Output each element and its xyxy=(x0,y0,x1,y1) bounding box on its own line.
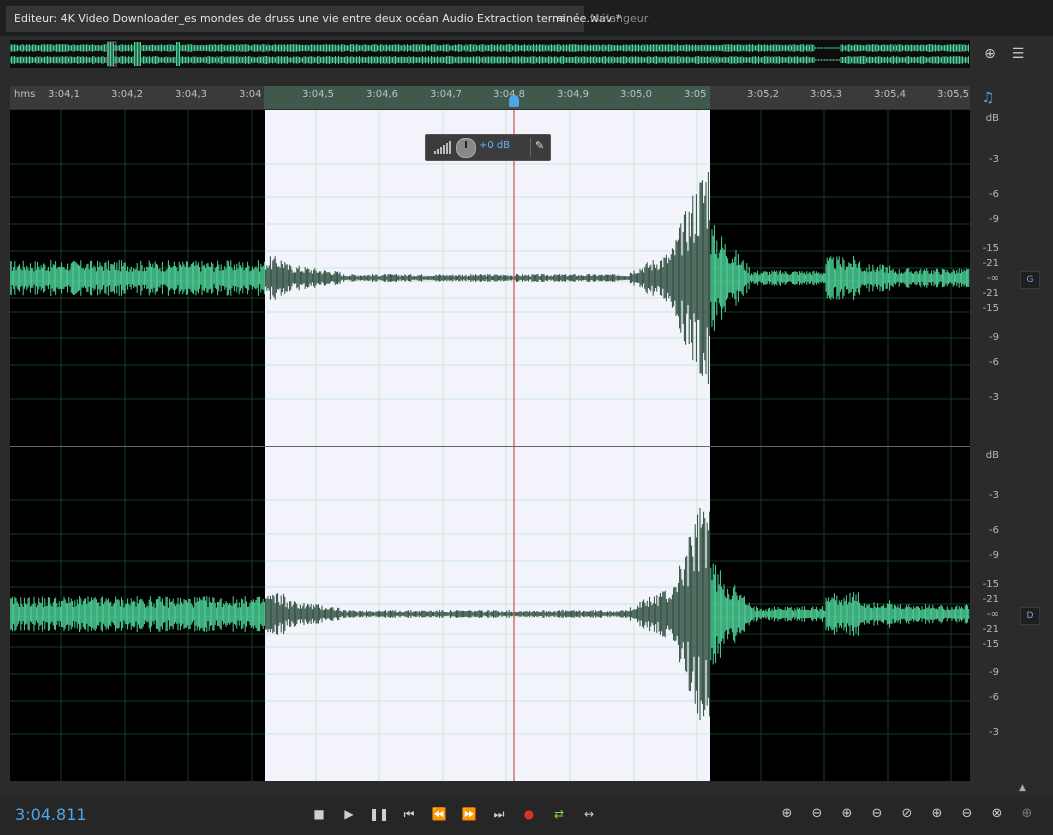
db-scale-left: dB -3 -6 -9 -15 -21 -∞ -21 -15 -9 -6 -3 xyxy=(971,110,1001,446)
zoom-navigator-icon[interactable]: ⊕ xyxy=(980,44,1000,64)
level-meter-icon xyxy=(434,141,451,154)
overview-waveform[interactable] xyxy=(10,40,970,68)
fast-forward-button[interactable]: ⏩ xyxy=(458,804,480,824)
headphones-icon[interactable]: ♫ xyxy=(978,88,998,108)
db-label: -9 xyxy=(989,332,999,343)
gain-value[interactable]: +0 dB xyxy=(479,140,510,151)
zoom-in-point-icon[interactable]: ⊕ xyxy=(926,804,948,824)
db-label: -6 xyxy=(989,357,999,368)
db-label: -21 xyxy=(982,624,999,635)
db-label: -9 xyxy=(989,667,999,678)
go-to-start-button[interactable]: ⏮ xyxy=(398,804,420,824)
db-label: -15 xyxy=(982,303,999,314)
db-label: -∞ xyxy=(987,609,999,620)
ruler-tick: 3:05,5 xyxy=(937,89,969,100)
scroll-up-icon[interactable]: ▲ xyxy=(1019,783,1026,793)
ruler-tick: 3:04,9 xyxy=(557,89,589,100)
channel-right-badge[interactable]: D xyxy=(1020,607,1040,625)
zoom-out-point-icon[interactable]: ⊖ xyxy=(956,804,978,824)
db-label: -15 xyxy=(982,243,999,254)
zoom-selection-icon[interactable]: ⊗ xyxy=(986,804,1008,824)
db-label: -3 xyxy=(989,392,999,403)
pause-button[interactable]: ❚❚ xyxy=(368,804,390,824)
tab-editor[interactable]: Editeur: 4K Video Downloader_es mondes d… xyxy=(6,6,621,32)
ruler-tick: 3:04,6 xyxy=(366,89,398,100)
zoom-full-icon[interactable]: ⊘ xyxy=(896,804,918,824)
stop-button[interactable]: ■ xyxy=(308,804,330,824)
channel-right-waveform[interactable] xyxy=(10,447,970,781)
db-label: -∞ xyxy=(987,273,999,284)
channel-left-badge[interactable]: G xyxy=(1020,271,1040,289)
ruler-tick: 3:04,2 xyxy=(111,89,143,100)
ruler-tick: 3:04 xyxy=(239,89,262,100)
ruler-tick: 3:04,7 xyxy=(430,89,462,100)
zoom-in-time-icon[interactable]: ⊕ xyxy=(836,804,858,824)
ruler-tick: 3:05 xyxy=(684,89,707,100)
playhead-marker[interactable] xyxy=(509,95,519,107)
zoom-in-amplitude-icon[interactable]: ⊕ xyxy=(776,804,798,824)
ruler-tick: 3:05,4 xyxy=(874,89,906,100)
ruler-tick: 3:05,3 xyxy=(810,89,842,100)
db-label: -3 xyxy=(989,490,999,501)
db-label: -6 xyxy=(989,189,999,200)
db-label: -3 xyxy=(989,727,999,738)
db-label: -21 xyxy=(982,594,999,605)
panel-menu-icon[interactable]: ☰ xyxy=(1008,44,1028,64)
db-label: -15 xyxy=(982,639,999,650)
tab-bar: Editeur: 4K Video Downloader_es mondes d… xyxy=(0,0,1053,37)
db-label: -9 xyxy=(989,550,999,561)
zoom-vertical-icon[interactable]: ⊕ xyxy=(1016,804,1038,824)
go-to-end-button[interactable]: ⏭ xyxy=(488,804,510,824)
record-button[interactable]: ● xyxy=(518,804,540,824)
loop-button[interactable]: ⇄ xyxy=(548,804,570,824)
db-label: -6 xyxy=(989,692,999,703)
zoom-out-amplitude-icon[interactable]: ⊖ xyxy=(806,804,828,824)
tab-editor-label: Editeur: 4K Video Downloader_es mondes d… xyxy=(14,12,622,25)
db-label: dB xyxy=(985,450,999,461)
ruler-tick: 3:04,3 xyxy=(175,89,207,100)
db-label: -21 xyxy=(982,288,999,299)
db-scale-right: dB -3 -6 -9 -15 -21 -∞ -21 -15 -9 -6 -3 xyxy=(971,447,1001,781)
ruler-tick: 3:05,2 xyxy=(747,89,779,100)
gain-knob[interactable] xyxy=(456,138,476,158)
db-label: dB xyxy=(985,113,999,124)
zoom-out-time-icon[interactable]: ⊖ xyxy=(866,804,888,824)
db-label: -3 xyxy=(989,154,999,165)
db-label: -15 xyxy=(982,579,999,590)
db-label: -6 xyxy=(989,525,999,536)
tab-mixer[interactable]: Mélangeur xyxy=(578,6,660,32)
ruler-tick: 3:05,0 xyxy=(620,89,652,100)
ruler-tick: 3:04,5 xyxy=(302,89,334,100)
time-ruler[interactable]: hms 3:04,1 3:04,2 3:04,3 3:04 3:04,5 3:0… xyxy=(10,86,970,109)
db-label: -21 xyxy=(982,258,999,269)
rewind-button[interactable]: ⏪ xyxy=(428,804,450,824)
hud-gain-control[interactable]: +0 dB ✎ xyxy=(425,134,551,161)
skip-selection-button[interactable]: ↔ xyxy=(578,804,600,824)
ruler-tick: 3:04,1 xyxy=(48,89,80,100)
db-label: -9 xyxy=(989,214,999,225)
ruler-unit: hms xyxy=(14,89,36,100)
pin-icon[interactable]: ✎ xyxy=(535,139,544,152)
current-time-display[interactable]: 3:04.811 xyxy=(15,805,87,824)
transport-bar: 3:04.811 ■ ▶ ❚❚ ⏮ ⏪ ⏩ ⏭ ● ⇄ ↔ ⊕ ⊖ ⊕ ⊖ ⊘ … xyxy=(0,795,1053,835)
tab-menu-icon[interactable]: ≡ xyxy=(557,12,566,25)
play-button[interactable]: ▶ xyxy=(338,804,360,824)
